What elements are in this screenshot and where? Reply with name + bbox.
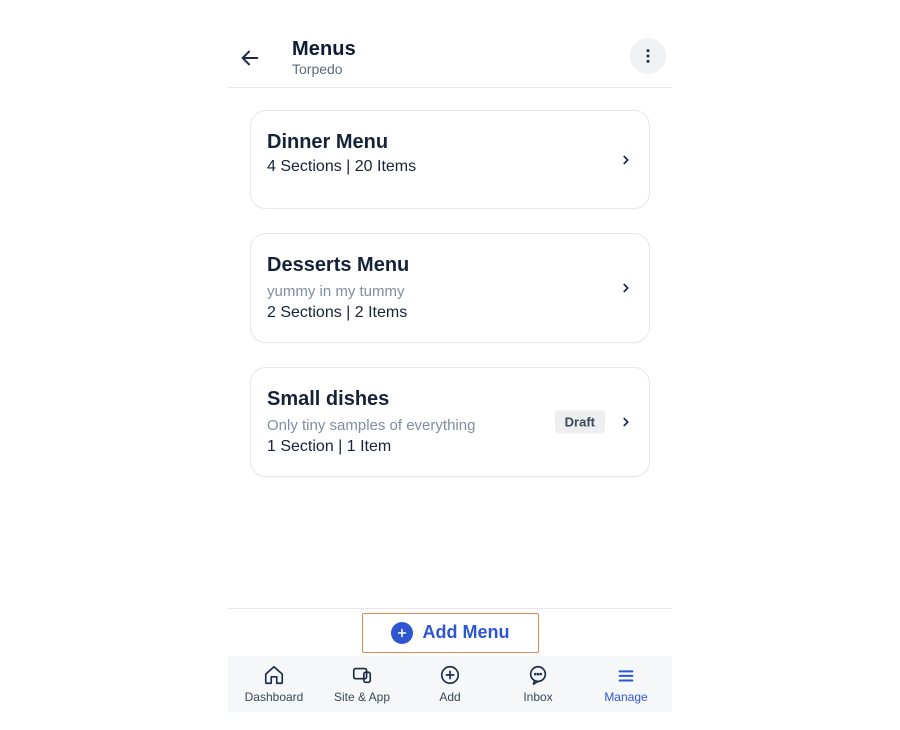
menu-description: yummy in my tummy	[267, 283, 633, 300]
chevron-right-icon	[619, 281, 633, 295]
menu-meta: 2 Sections | 2 Items	[267, 304, 633, 322]
page-title: Menus	[292, 38, 356, 61]
plus-circle-icon	[391, 622, 413, 644]
nav-dashboard[interactable]: Dashboard	[231, 664, 317, 704]
menus-list: Dinner Menu 4 Sections | 20 Items Desser…	[228, 88, 672, 477]
menu-title: Desserts Menu	[267, 254, 633, 277]
bottom-nav: Dashboard Site & App Add Inbox	[228, 656, 672, 712]
nav-site-app[interactable]: Site & App	[319, 664, 405, 704]
menu-meta: 1 Section | 1 Item	[267, 438, 633, 456]
more-vertical-icon	[639, 47, 657, 65]
nav-add[interactable]: Add	[407, 664, 493, 704]
chevron-right-icon	[619, 153, 633, 167]
menu-meta: 4 Sections | 20 Items	[267, 158, 633, 176]
header: Menus Torpedo	[228, 28, 672, 88]
menu-card[interactable]: Small dishes Only tiny samples of everyt…	[250, 367, 650, 477]
app-viewport: Menus Torpedo Dinner Menu 4 Sections | 2…	[0, 0, 900, 730]
devices-icon	[351, 664, 373, 686]
menu-card[interactable]: Desserts Menu yummy in my tummy 2 Sectio…	[250, 233, 650, 343]
add-menu-bar: Add Menu	[228, 608, 672, 656]
menu-icon	[615, 664, 637, 686]
plus-outline-icon	[439, 664, 461, 686]
chevron-right-icon	[619, 415, 633, 429]
header-title-wrap: Menus Torpedo	[292, 38, 356, 77]
nav-label: Inbox	[523, 690, 552, 704]
nav-inbox[interactable]: Inbox	[495, 664, 581, 704]
nav-manage[interactable]: Manage	[583, 664, 669, 704]
nav-label: Dashboard	[245, 690, 304, 704]
add-menu-label: Add Menu	[423, 622, 510, 643]
page-subtitle: Torpedo	[292, 61, 356, 77]
nav-label: Add	[439, 690, 460, 704]
nav-label: Manage	[604, 690, 647, 704]
nav-label: Site & App	[334, 690, 390, 704]
menu-title: Dinner Menu	[267, 131, 633, 154]
status-badge: Draft	[555, 411, 605, 434]
menu-card[interactable]: Dinner Menu 4 Sections | 20 Items	[250, 110, 650, 209]
add-menu-button[interactable]: Add Menu	[362, 613, 539, 653]
chat-icon	[527, 664, 549, 686]
home-icon	[263, 664, 285, 686]
back-button[interactable]	[228, 36, 272, 80]
arrow-left-icon	[239, 47, 261, 69]
panel: Menus Torpedo Dinner Menu 4 Sections | 2…	[228, 28, 672, 728]
overflow-menu-button[interactable]	[630, 38, 666, 74]
menu-title: Small dishes	[267, 388, 633, 411]
